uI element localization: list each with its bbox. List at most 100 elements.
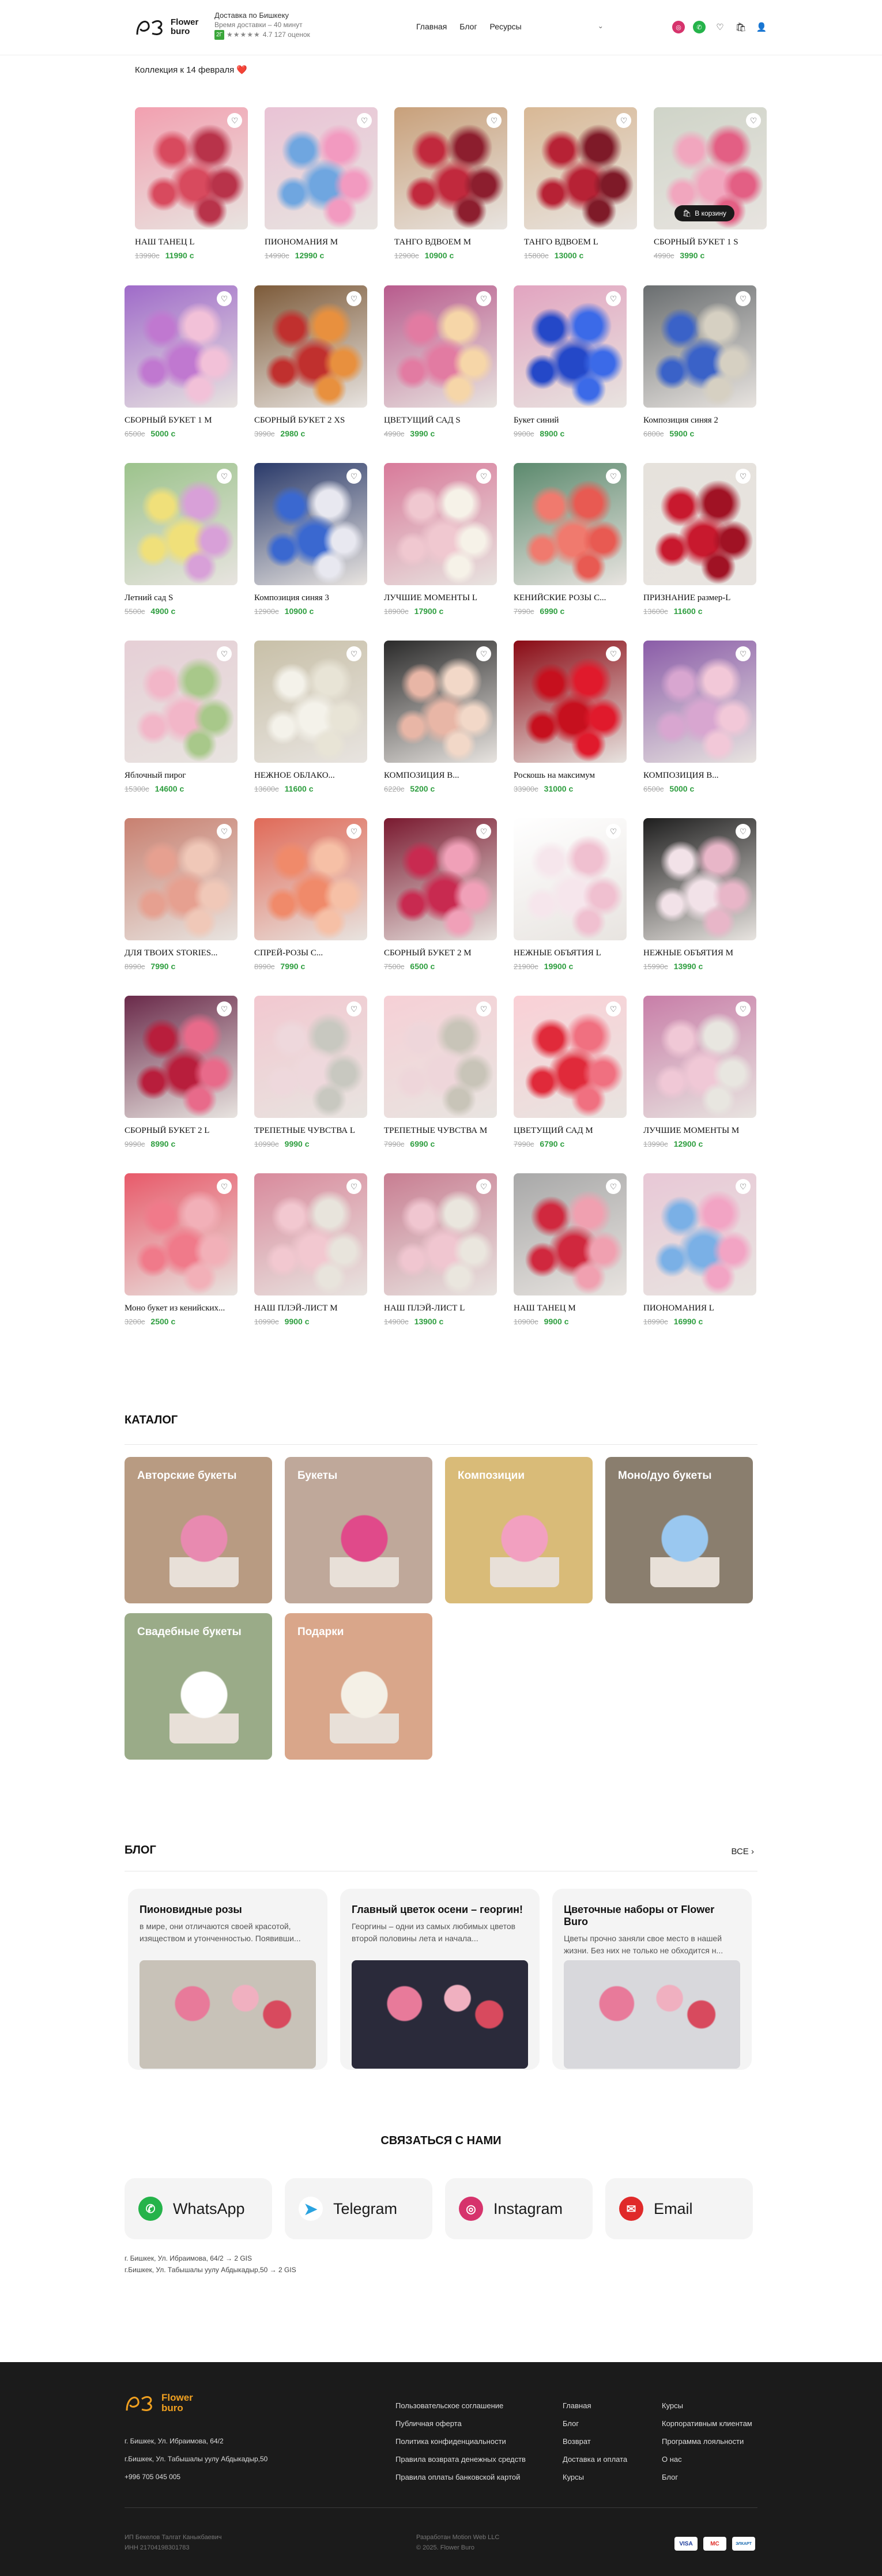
favorite-heart-icon[interactable]: ♡	[476, 291, 491, 306]
blog-card-title[interactable]: Пионовидные розы	[140, 1904, 316, 1916]
product-image[interactable]: ♡	[125, 996, 238, 1118]
product-card[interactable]: ♡ СБОРНЫЙ БУКЕТ 2 M 7500с 6500 с	[384, 818, 497, 971]
heart-icon[interactable]: ♡	[714, 21, 726, 33]
product-card[interactable]: ♡ СБОРНЫЙ БУКЕТ 2 L 9990с 8990 с	[125, 996, 238, 1148]
product-image[interactable]: ♡	[384, 1173, 497, 1295]
product-image[interactable]: ♡	[643, 463, 756, 585]
product-name[interactable]: СБОРНЫЙ БУКЕТ 2 M	[384, 948, 497, 958]
product-name[interactable]: СБОРНЫЙ БУКЕТ 1 S	[654, 238, 767, 247]
footer-link[interactable]: Возврат	[563, 2432, 627, 2450]
favorite-heart-icon[interactable]: ♡	[217, 824, 232, 839]
product-card[interactable]: ♡ ЦВЕТУЩИЙ САД S 4990с 3990 с	[384, 285, 497, 438]
product-name[interactable]: СБОРНЫЙ БУКЕТ 2 XS	[254, 416, 367, 425]
product-card[interactable]: ♡ НЕЖНЫЕ ОБЪЯТИЯ L 21900с 19900 с	[514, 818, 627, 971]
favorite-heart-icon[interactable]: ♡	[476, 469, 491, 484]
product-name[interactable]: НЕЖНОЕ ОБЛАКО...	[254, 771, 367, 781]
favorite-heart-icon[interactable]: ♡	[736, 291, 751, 306]
product-card[interactable]: ♡ Роскошь на максимум 33900с 31000 с	[514, 641, 627, 793]
product-card[interactable]: ♡ ТАНГО ВДВОЕМ L 15800с 13000 с	[524, 107, 637, 260]
favorite-heart-icon[interactable]: ♡	[736, 646, 751, 661]
favorite-heart-icon[interactable]: ♡	[346, 824, 361, 839]
product-name[interactable]: ЛУЧШИЕ МОМЕНТЫ L	[384, 593, 497, 603]
product-card[interactable]: ♡ Летний сад S 5500с 4900 с	[125, 463, 238, 616]
blog-card-title[interactable]: Цветочные наборы от Flower Buro	[564, 1904, 740, 1928]
product-name[interactable]: ЦВЕТУЩИЙ САД M	[514, 1126, 627, 1136]
product-name[interactable]: НАШ ПЛЭЙ-ЛИСТ M	[254, 1304, 367, 1313]
product-name[interactable]: НАШ ТАНЕЦ M	[514, 1304, 627, 1313]
footer-link[interactable]: Корпоративным клиентам	[662, 2415, 752, 2432]
product-image[interactable]: ♡	[254, 285, 367, 408]
email-button[interactable]: ✉ Email	[605, 2178, 753, 2239]
footer-link[interactable]: Блог	[662, 2468, 752, 2486]
product-name[interactable]: ТРЕПЕТНЫЕ ЧУВСТВА M	[384, 1126, 497, 1136]
product-name[interactable]: СБОРНЫЙ БУКЕТ 2 L	[125, 1126, 238, 1136]
favorite-heart-icon[interactable]: ♡	[746, 113, 761, 128]
product-name[interactable]: ДЛЯ ТВОИХ STORIES...	[125, 948, 238, 958]
product-card[interactable]: ♡ СБОРНЫЙ БУКЕТ 2 XS 3990с 2980 с	[254, 285, 367, 438]
favorite-heart-icon[interactable]: ♡	[606, 824, 621, 839]
promo-text[interactable]: Коллекция к 14 февраля ❤️	[135, 65, 247, 75]
product-card[interactable]: ♡ Композиция синяя 2 6800с 5900 с	[643, 285, 756, 438]
product-image[interactable]: ♡	[135, 107, 248, 229]
catalog-card[interactable]: Подарки	[285, 1613, 432, 1760]
favorite-heart-icon[interactable]: ♡	[227, 113, 242, 128]
product-image[interactable]: ♡	[254, 463, 367, 585]
favorite-heart-icon[interactable]: ♡	[476, 824, 491, 839]
product-name[interactable]: ЦВЕТУЩИЙ САД S	[384, 416, 497, 425]
product-card[interactable]: ♡ ТРЕПЕТНЫЕ ЧУВСТВА L 10990с 9990 с	[254, 996, 367, 1148]
blog-card[interactable]: Цветочные наборы от Flower Buro Цветы про…	[552, 1889, 752, 2070]
footer-link[interactable]: Публичная оферта	[395, 2415, 526, 2432]
product-name[interactable]: НЕЖНЫЕ ОБЪЯТИЯ L	[514, 948, 627, 958]
product-image[interactable]: ♡	[643, 1173, 756, 1295]
favorite-heart-icon[interactable]: ♡	[346, 291, 361, 306]
logo[interactable]: Flower buro	[135, 17, 198, 37]
product-name[interactable]: НЕЖНЫЕ ОБЪЯТИЯ M	[643, 948, 756, 958]
favorite-heart-icon[interactable]: ♡	[606, 469, 621, 484]
product-image[interactable]: ♡	[125, 285, 238, 408]
footer-phone[interactable]: +996 705 045 005	[125, 2468, 267, 2486]
favorite-heart-icon[interactable]: ♡	[606, 1179, 621, 1194]
instagram-button[interactable]: ◎ Instagram	[445, 2178, 593, 2239]
favorite-heart-icon[interactable]: ♡	[346, 646, 361, 661]
product-card[interactable]: ♡ КОМПОЗИЦИЯ В... 6220с 5200 с	[384, 641, 497, 793]
nav-item-home[interactable]: Главная	[416, 22, 447, 31]
product-image[interactable]: ♡	[643, 641, 756, 763]
product-name[interactable]: НАШ ТАНЕЦ L	[135, 238, 248, 247]
favorite-heart-icon[interactable]: ♡	[346, 1179, 361, 1194]
favorite-heart-icon[interactable]: ♡	[476, 646, 491, 661]
footer-link[interactable]: Правила возврата денежных средств	[395, 2450, 526, 2468]
product-card[interactable]: ♡ ПИОНОМАНИЯ L 18990с 16990 с	[643, 1173, 756, 1326]
nav-item-resources[interactable]: Ресурсы	[490, 22, 522, 31]
product-card[interactable]: ♡ ТАНГО ВДВОЕМ M 12900с 10900 с	[394, 107, 507, 260]
product-image[interactable]: ♡	[384, 463, 497, 585]
catalog-card[interactable]: Моно/дуо букеты	[605, 1457, 753, 1603]
product-card[interactable]: ♡ НЕЖНОЕ ОБЛАКО... 13600с 11600 с	[254, 641, 367, 793]
footer-link[interactable]: Блог	[563, 2415, 627, 2432]
add-to-cart-button[interactable]: 🛍 В корзину	[674, 205, 735, 221]
favorite-heart-icon[interactable]: ♡	[217, 1001, 232, 1016]
product-name[interactable]: ЛУЧШИЕ МОМЕНТЫ M	[643, 1126, 756, 1136]
blog-card[interactable]: Главный цветок осени – георгин! Георгины …	[340, 1889, 540, 2070]
product-name[interactable]: Букет синий	[514, 416, 627, 425]
product-name[interactable]: СБОРНЫЙ БУКЕТ 1 M	[125, 416, 238, 425]
favorite-heart-icon[interactable]: ♡	[217, 646, 232, 661]
whatsapp-icon[interactable]: ✆	[693, 21, 706, 33]
user-icon[interactable]: 👤	[755, 21, 768, 33]
product-image[interactable]: ♡	[384, 818, 497, 940]
instagram-icon[interactable]: ◎	[672, 21, 685, 33]
product-image[interactable]: ♡	[384, 996, 497, 1118]
address-line-2[interactable]: г.Бишкек, Ул. Табышалы уулу Абдыкадыр,50…	[125, 2266, 296, 2274]
chevron-down-icon[interactable]: ⌄	[598, 22, 604, 31]
product-image[interactable]: ♡	[254, 641, 367, 763]
product-name[interactable]: Композиция синяя 2	[643, 416, 756, 425]
product-image[interactable]: ♡	[125, 818, 238, 940]
product-name[interactable]: ТАНГО ВДВОЕМ M	[394, 238, 507, 247]
product-image[interactable]: ♡	[125, 641, 238, 763]
product-name[interactable]: ТАНГО ВДВОЕМ L	[524, 238, 637, 247]
product-name[interactable]: Яблочный пирог	[125, 771, 238, 781]
product-name[interactable]: ПРИЗНАНИЕ размер-L	[643, 593, 756, 603]
footer-link[interactable]: Курсы	[563, 2468, 627, 2486]
product-card[interactable]: ♡ 🛍 В корзину СБОРНЫЙ БУКЕТ 1 S 4990с 3990 с	[654, 107, 767, 260]
favorite-heart-icon[interactable]: ♡	[736, 1001, 751, 1016]
favorite-heart-icon[interactable]: ♡	[736, 469, 751, 484]
